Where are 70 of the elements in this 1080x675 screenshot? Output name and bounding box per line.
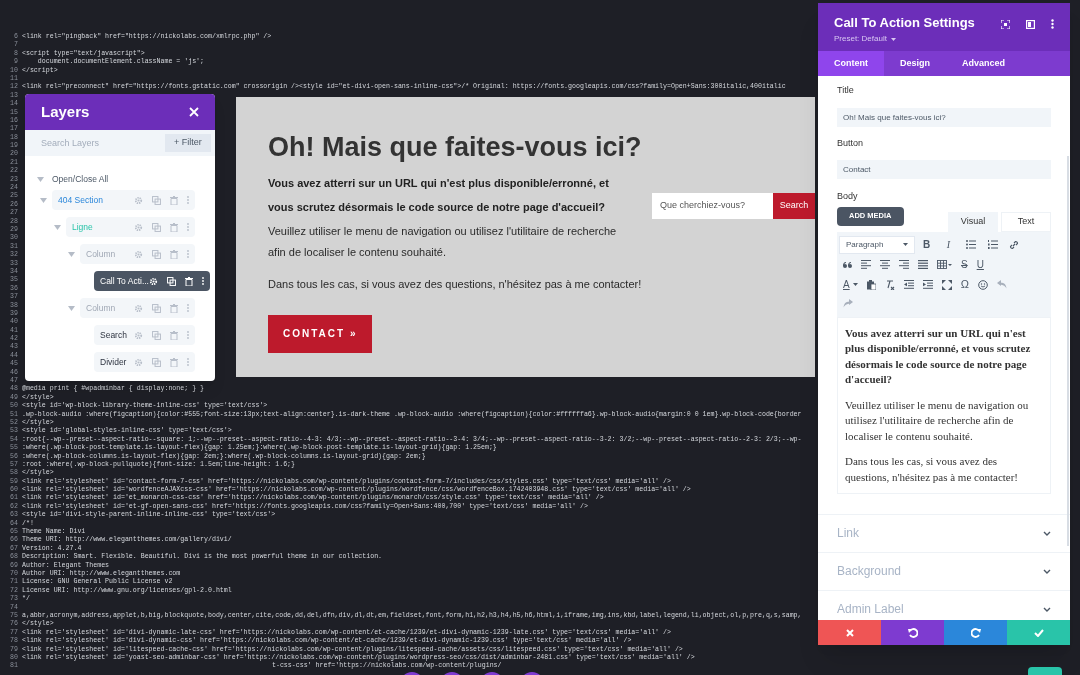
panel-title: Layers <box>41 101 90 122</box>
field-label: Title <box>837 84 855 97</box>
paste-icon[interactable] <box>866 279 876 290</box>
bold-button[interactable]: B <box>916 237 937 252</box>
scrollbar[interactable] <box>1067 156 1069 546</box>
undo-icon[interactable] <box>996 280 1007 289</box>
quote-icon[interactable] <box>843 261 852 268</box>
justify-icon[interactable] <box>918 260 928 269</box>
redo-icon <box>970 627 981 638</box>
editor-paragraph: Dans tous les cas, si vous avez des questions, n'hésitez pas à me contacter! <box>845 454 1020 485</box>
body-paragraph: Dans tous les cas, si vous avez des questions, n'hésitez pas à me contacter! <box>268 277 643 292</box>
bullet-list-icon[interactable] <box>966 240 976 249</box>
special-character-button[interactable]: Ω <box>960 276 969 293</box>
page-heading: Oh! Mais que faites-vous ici? <box>268 131 643 163</box>
undo-icon <box>907 627 918 638</box>
align-center-icon[interactable] <box>880 260 890 269</box>
lead-paragraph: Vous avez atterri sur un URL qui n'est plus disponible/erronné, et vous scrutez désormais le code source de notre page d'accueil? <box>268 176 610 215</box>
contact-button[interactable]: CONTACT » <box>268 314 373 353</box>
close-icon[interactable] <box>189 107 199 117</box>
input-field[interactable]: Oh! Mais que faites-vous ici? <box>837 107 1051 127</box>
caret-icon[interactable] <box>852 283 858 286</box>
caret-icon[interactable] <box>890 37 896 41</box>
check-icon <box>1033 628 1044 637</box>
preset-selector[interactable]: Preset: Default <box>834 33 887 45</box>
panel-title: Call To Action Settings <box>834 15 975 31</box>
field-label: Button <box>837 136 865 150</box>
layer-item[interactable]: Call To Acti... <box>94 271 210 291</box>
search-field[interactable]: Search Layers <box>25 130 165 156</box>
trash-icon[interactable] <box>185 276 193 286</box>
redo-button[interactable] <box>944 620 1007 645</box>
more-icon[interactable] <box>1051 19 1054 29</box>
table-icon[interactable] <box>937 260 952 269</box>
indent-icon[interactable] <box>922 280 933 289</box>
strikethrough-button[interactable]: S <box>961 257 968 272</box>
emoji-icon[interactable] <box>977 279 988 290</box>
redo-icon[interactable] <box>843 299 853 308</box>
chevron-icon <box>1043 530 1051 536</box>
editor-tab[interactable]: Visual <box>948 211 998 232</box>
underline-button[interactable]: U <box>976 257 984 272</box>
duplicate-icon[interactable] <box>167 276 176 286</box>
search-field[interactable]: Que cherchiez-vous? <box>652 193 773 219</box>
field-label: Body <box>837 190 859 203</box>
panel-tab[interactable]: Design <box>884 51 946 76</box>
caret-icon <box>903 243 908 246</box>
open-close-all-toggle[interactable]: Open/Close All <box>52 172 109 186</box>
search-button[interactable]: Search <box>773 193 815 219</box>
chevron-icon <box>1043 568 1051 574</box>
editor-paragraph: Vous avez atterri sur un URL qui n'est plus disponible/erronné, et vous scrutez désormais le code source de notre page d'accueil? <box>845 325 1032 387</box>
close-icon <box>845 628 854 637</box>
italic-button[interactable]: I <box>938 237 959 252</box>
link-icon[interactable] <box>1009 239 1019 250</box>
undo-button[interactable] <box>881 620 944 645</box>
clear-format-icon[interactable] <box>884 279 895 290</box>
panel-tab[interactable]: Advanced <box>946 51 1022 76</box>
sidebar-icon[interactable] <box>1026 19 1035 29</box>
input-field[interactable]: Contact <box>837 160 1051 179</box>
numbered-list-icon[interactable] <box>988 240 998 249</box>
filter-button[interactable]: + Filter <box>165 130 215 156</box>
format-dropdown[interactable]: Paragraph <box>839 235 915 254</box>
editor-paragraph: Veuillez utiliser le menu de navigation ou utilisez l'utilitaire de recherche afin de localiser le contenu souhaité. <box>845 397 1030 444</box>
fullscreen-icon[interactable] <box>941 279 952 290</box>
panel-tab[interactable]: Content <box>818 51 884 76</box>
text-color-button[interactable]: A <box>843 277 850 292</box>
expand-icon[interactable] <box>1001 19 1010 29</box>
align-right-icon[interactable] <box>899 260 909 269</box>
chevron-icon <box>1043 606 1051 612</box>
editor-tab[interactable]: Text <box>1001 211 1051 232</box>
body-paragraph: Veuillez utiliser le menu de navigation ou utilisez l'utilitaire de recherche afin de localiser le contenu souhaité. <box>268 224 618 260</box>
align-left-icon[interactable] <box>861 260 871 269</box>
outdent-icon[interactable] <box>903 280 914 289</box>
